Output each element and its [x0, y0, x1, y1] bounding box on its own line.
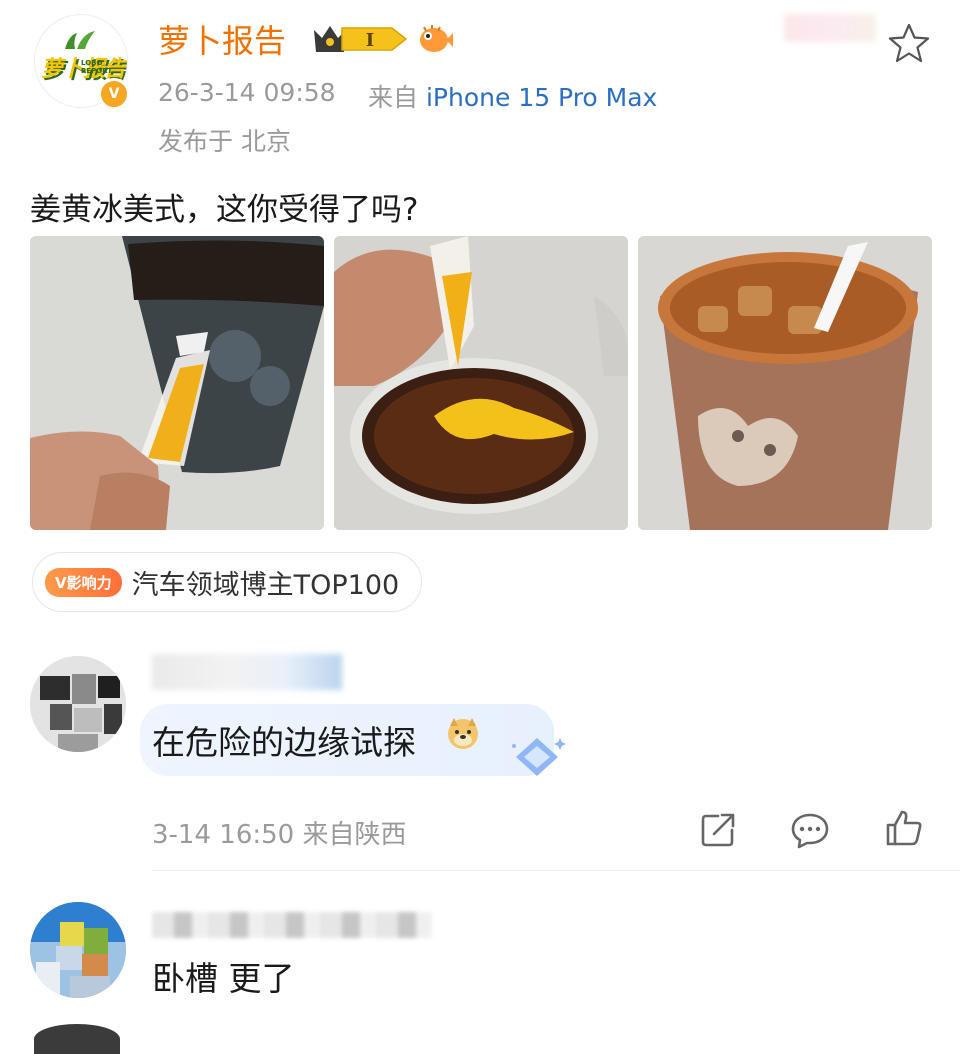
- post-time: 26-3-14 09:58: [158, 78, 336, 107]
- star-icon[interactable]: [886, 20, 932, 66]
- blurred-region: [784, 14, 876, 42]
- post-location: 发布于 北京: [158, 127, 291, 156]
- comment-divider: [152, 870, 960, 871]
- verified-v-icon: V: [98, 78, 130, 110]
- commenter-avatar[interactable]: [30, 902, 126, 998]
- source-prefix: 来自: [368, 83, 419, 112]
- post-photo-1[interactable]: [30, 236, 324, 530]
- post-source: 来自 iPhone 15 Pro Max: [368, 78, 657, 114]
- comment-icon[interactable]: [790, 810, 830, 850]
- post-photo-3[interactable]: [638, 236, 932, 530]
- commenter-name-blurred[interactable]: [152, 654, 342, 690]
- author-logo-subtext: LOBO REPORT: [81, 59, 113, 75]
- comment-text: 在危险的边缘试探: [152, 723, 416, 762]
- influence-badge: V影响力: [45, 567, 122, 597]
- crown-level-badge: I: [314, 26, 408, 52]
- commenter-name-blurred[interactable]: [152, 912, 432, 938]
- influence-tag[interactable]: V影响力 汽车领域博主TOP100: [32, 552, 423, 612]
- comment-time: 3-14 16:50 来自陕西: [152, 820, 407, 850]
- comment-text: 卧槽 更了: [152, 959, 295, 998]
- author-name[interactable]: 萝卜报告: [158, 16, 286, 62]
- carrot-leaf-icon: [65, 31, 95, 49]
- influence-label: 汽车领域博主TOP100: [131, 569, 400, 601]
- post-text: 姜黄冰美式，这你受得了吗?: [30, 192, 419, 228]
- like-icon[interactable]: [884, 808, 924, 848]
- share-icon[interactable]: [698, 810, 738, 850]
- doge-emoji: [448, 718, 478, 749]
- commenter-avatar[interactable]: [30, 656, 126, 752]
- diamond-icon: [512, 738, 566, 776]
- badge-level-text: I: [366, 30, 374, 51]
- commenter-avatar[interactable]: [34, 1024, 120, 1054]
- device-link[interactable]: iPhone 15 Pro Max: [426, 83, 657, 112]
- post-photo-2[interactable]: [334, 236, 628, 530]
- pufferfish-badge: [420, 25, 453, 52]
